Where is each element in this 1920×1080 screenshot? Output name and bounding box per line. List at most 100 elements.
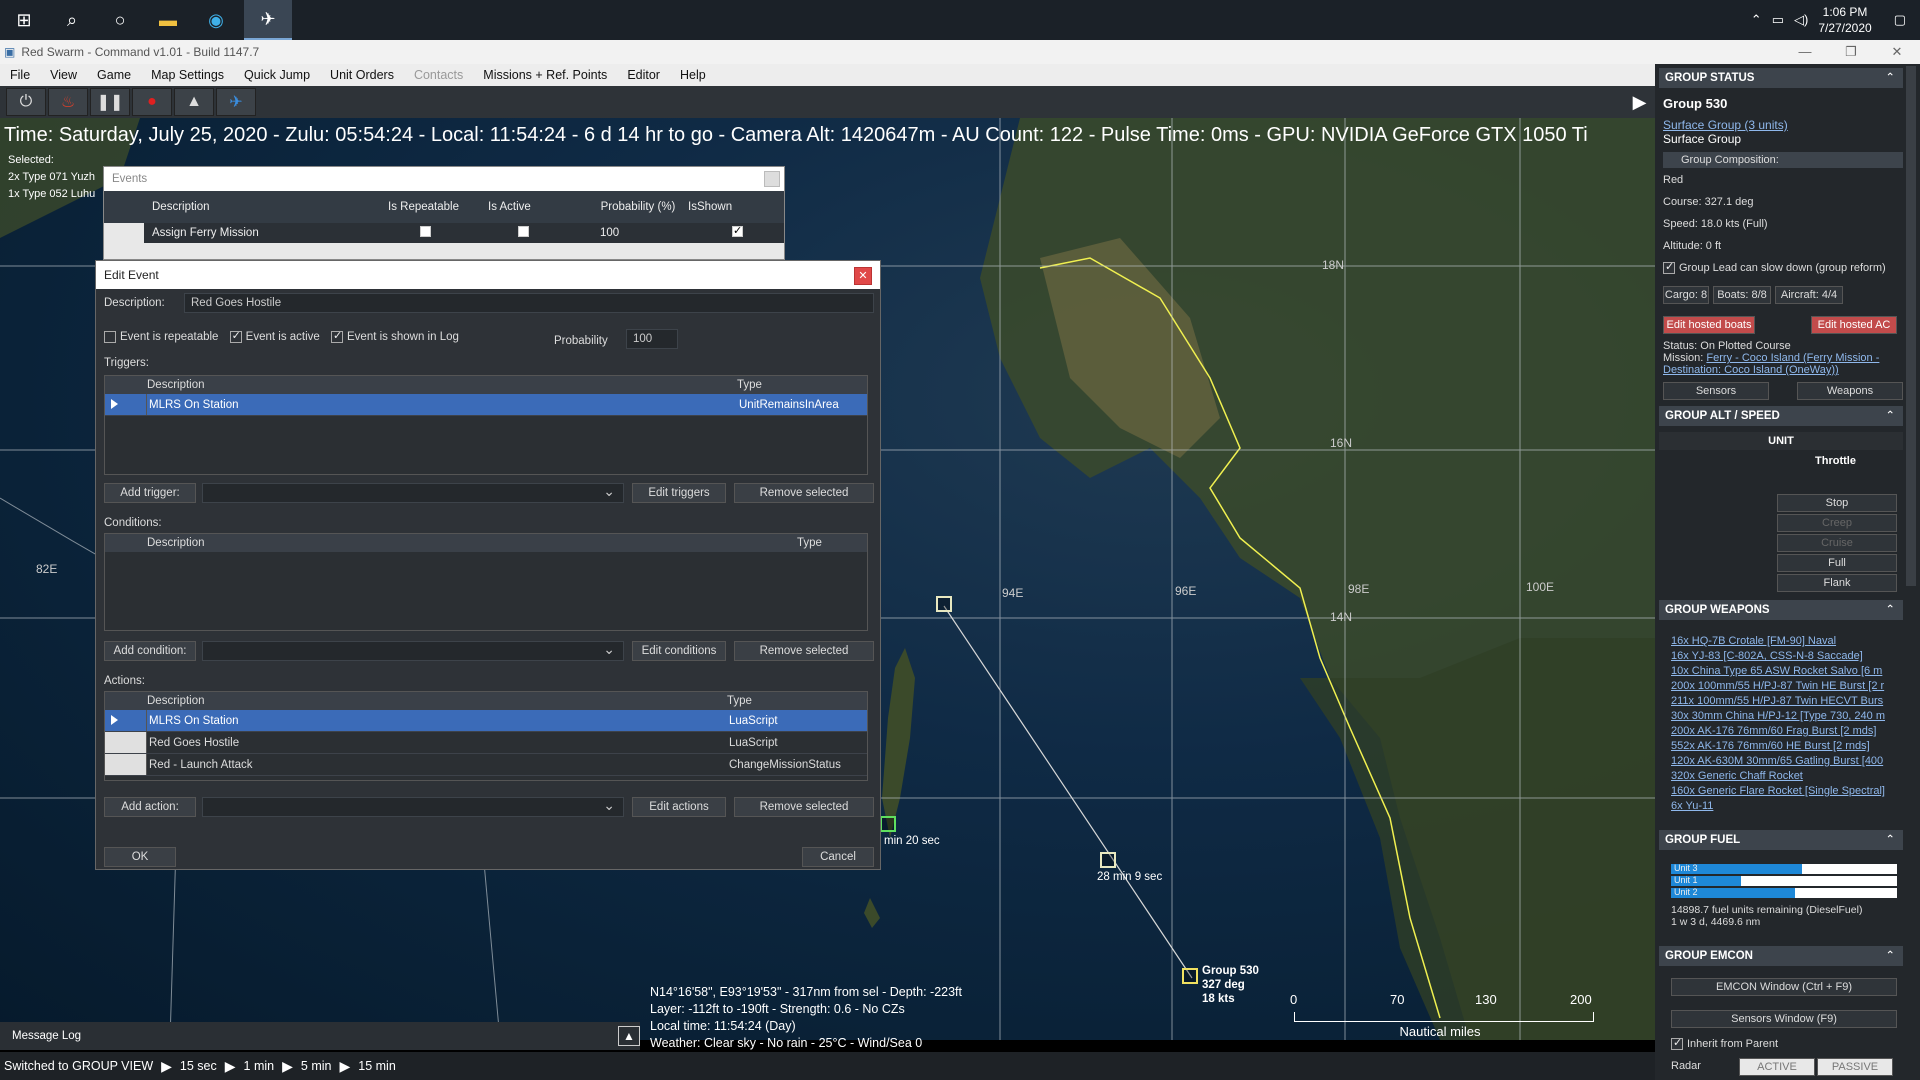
group-composition-toggle[interactable]: Group Composition: bbox=[1663, 152, 1903, 168]
panel-scrollbar[interactable] bbox=[1906, 66, 1916, 586]
events-row[interactable]: Assign Ferry Mission 100 bbox=[104, 223, 784, 243]
cancel-button[interactable]: Cancel bbox=[802, 847, 874, 867]
notification-icon[interactable]: ▢ bbox=[1894, 12, 1906, 28]
speed-15-min[interactable]: 15 min bbox=[358, 1059, 396, 1073]
close-icon[interactable]: ✕ bbox=[1874, 40, 1920, 64]
waypoint-marker-2[interactable] bbox=[1100, 852, 1116, 868]
weapon-item[interactable]: 16x HQ-7B Crotale [FM-90] Naval bbox=[1671, 634, 1901, 649]
speed-5-min[interactable]: 5 min bbox=[301, 1059, 332, 1073]
play-icon[interactable]: ▶ bbox=[225, 1058, 236, 1075]
clock[interactable]: 1:06 PM 7/27/2020 bbox=[1818, 4, 1871, 36]
menu-quick-jump[interactable]: Quick Jump bbox=[234, 68, 320, 82]
action-row[interactable]: MLRS On Station LuaScript bbox=[105, 710, 867, 732]
surface-group-link[interactable]: Surface Group (3 units) bbox=[1663, 118, 1788, 132]
remove-condition-button[interactable]: Remove selected bbox=[734, 641, 874, 661]
radar-passive-button[interactable]: PASSIVE bbox=[1817, 1058, 1893, 1076]
weapon-item[interactable]: 120x AK-630M 30mm/65 Gatling Burst [400 bbox=[1671, 754, 1901, 769]
collapse-icon[interactable]: ⌃ bbox=[1885, 946, 1895, 966]
edit-conditions-button[interactable]: Edit conditions bbox=[632, 641, 726, 661]
search-icon[interactable]: ⌕ bbox=[48, 0, 96, 40]
network-icon[interactable]: ▭ bbox=[1772, 12, 1784, 28]
play-icon[interactable]: ▶ bbox=[161, 1058, 172, 1075]
weapon-item[interactable]: 10x China Type 65 ASW Rocket Salvo [6 m bbox=[1671, 664, 1901, 679]
group-status-header[interactable]: GROUP STATUS ⌃ bbox=[1659, 68, 1903, 88]
menu-map-settings[interactable]: Map Settings bbox=[141, 68, 234, 82]
weapon-item[interactable]: 320x Generic Chaff Rocket bbox=[1671, 769, 1901, 784]
remove-action-button[interactable]: Remove selected bbox=[734, 797, 874, 817]
weapon-item[interactable]: 30x 30mm China H/PJ-12 [Type 730, 240 m bbox=[1671, 709, 1901, 724]
menu-help[interactable]: Help bbox=[670, 68, 716, 82]
group-lead-checkbox[interactable] bbox=[1663, 260, 1675, 275]
sensors-window-button[interactable]: Sensors Window (F9) bbox=[1671, 1010, 1897, 1028]
speed-15-sec[interactable]: 15 sec bbox=[180, 1059, 217, 1073]
command-app-icon[interactable]: ✈ bbox=[244, 0, 292, 40]
add-action-select[interactable] bbox=[202, 797, 624, 817]
action-row[interactable]: Red - Launch Attack ChangeMissionStatus bbox=[105, 754, 867, 776]
radar-active-button[interactable]: ACTIVE bbox=[1739, 1058, 1815, 1076]
collapse-icon[interactable]: ⌃ bbox=[1885, 406, 1895, 426]
ok-button[interactable]: OK bbox=[104, 847, 176, 867]
menu-contacts[interactable]: Contacts bbox=[404, 68, 473, 82]
close-icon[interactable]: ✕ bbox=[854, 267, 872, 285]
speed-1-min[interactable]: 1 min bbox=[244, 1059, 275, 1073]
throttle-stop-button[interactable]: Stop bbox=[1777, 494, 1897, 512]
probability-input[interactable]: 100 bbox=[626, 329, 678, 349]
menu-view[interactable]: View bbox=[40, 68, 87, 82]
weapon-item[interactable]: 552x AK-176 76mm/60 HE Burst [2 rnds] bbox=[1671, 739, 1901, 754]
collapse-icon[interactable]: ⌃ bbox=[1885, 830, 1895, 850]
edit-triggers-button[interactable]: Edit triggers bbox=[632, 483, 726, 503]
weapon-item[interactable]: 211x 100mm/55 H/PJ-87 Twin HECVT Burs bbox=[1671, 694, 1901, 709]
throttle-flank-button[interactable]: Flank bbox=[1777, 574, 1897, 592]
action-row[interactable]: Red Goes Hostile LuaScript bbox=[105, 732, 867, 754]
menu-editor[interactable]: Editor bbox=[617, 68, 670, 82]
play-icon[interactable]: ▶ bbox=[282, 1058, 293, 1075]
throttle-creep-button[interactable]: Creep bbox=[1777, 514, 1897, 532]
edge-browser-icon[interactable]: ◉ bbox=[192, 0, 240, 40]
cortana-icon[interactable]: ○ bbox=[96, 0, 144, 40]
weapon-item[interactable]: 16x YJ-83 [C-802A, CSS-N-8 Saccade] bbox=[1671, 649, 1901, 664]
add-condition-select[interactable] bbox=[202, 641, 624, 661]
windows-start-icon[interactable]: ⊞ bbox=[0, 0, 48, 40]
isshown-checkbox[interactable] bbox=[732, 224, 743, 237]
menu-file[interactable]: File bbox=[0, 68, 40, 82]
sensors-button[interactable]: Sensors bbox=[1663, 382, 1769, 400]
description-input[interactable]: Red Goes Hostile bbox=[184, 293, 874, 313]
message-log-bar[interactable]: Message Log bbox=[0, 1022, 640, 1050]
collapse-icon[interactable]: ⌃ bbox=[1885, 68, 1895, 88]
play-icon[interactable]: ▶ bbox=[339, 1058, 350, 1075]
active-checkbox[interactable] bbox=[518, 226, 529, 237]
volume-icon[interactable]: ◁) bbox=[1794, 12, 1808, 28]
panel-toggle-icon[interactable]: ▶ bbox=[1624, 86, 1655, 118]
menu-unit-orders[interactable]: Unit Orders bbox=[320, 68, 404, 82]
inherit-checkbox[interactable] bbox=[1671, 1036, 1683, 1051]
throttle-full-button[interactable]: Full bbox=[1777, 554, 1897, 572]
edit-hosted-ac-button[interactable]: Edit hosted AC bbox=[1811, 316, 1897, 334]
message-log-expand-icon[interactable]: ▲ bbox=[618, 1026, 640, 1046]
unit-marker-green[interactable] bbox=[880, 816, 896, 832]
group-emcon-header[interactable]: GROUP EMCON ⌃ bbox=[1659, 946, 1903, 966]
repeatable-checkbox[interactable] bbox=[420, 226, 431, 237]
weapon-item[interactable]: 200x 100mm/55 H/PJ-87 Twin HE Burst [2 r bbox=[1671, 679, 1901, 694]
fire-icon[interactable]: ♨ bbox=[48, 88, 88, 116]
menu-missions[interactable]: Missions + Ref. Points bbox=[473, 68, 617, 82]
edit-hosted-boats-button[interactable]: Edit hosted boats bbox=[1663, 316, 1755, 334]
alt-speed-header[interactable]: GROUP ALT / SPEED ⌃ bbox=[1659, 406, 1903, 426]
unit-selector[interactable]: UNIT bbox=[1659, 432, 1903, 450]
throttle-cruise-button[interactable]: Cruise bbox=[1777, 534, 1897, 552]
chevron-up-icon[interactable]: ⌃ bbox=[1751, 12, 1762, 28]
active-checkbox[interactable] bbox=[229, 329, 242, 343]
minimize-icon[interactable]: — bbox=[1782, 40, 1828, 64]
group-530-marker[interactable] bbox=[1182, 968, 1198, 984]
shown-in-log-checkbox[interactable] bbox=[331, 329, 344, 343]
remove-trigger-button[interactable]: Remove selected bbox=[734, 483, 874, 503]
aircraft-icon[interactable]: ✈ bbox=[216, 88, 256, 116]
weapons-button[interactable]: Weapons bbox=[1797, 382, 1903, 400]
restore-icon[interactable]: ❐ bbox=[1828, 40, 1874, 64]
trigger-row[interactable]: MLRS On Station UnitRemainsInArea bbox=[105, 394, 867, 416]
weapon-item[interactable]: 160x Generic Flare Rocket [Single Spectr… bbox=[1671, 784, 1901, 799]
weapon-item[interactable]: 6x Yu-11 bbox=[1671, 799, 1901, 814]
events-close-button[interactable] bbox=[764, 171, 780, 187]
ship-icon[interactable]: ▲ bbox=[174, 88, 214, 116]
file-explorer-icon[interactable]: ▬ bbox=[144, 0, 192, 40]
record-icon[interactable]: ● bbox=[132, 88, 172, 116]
